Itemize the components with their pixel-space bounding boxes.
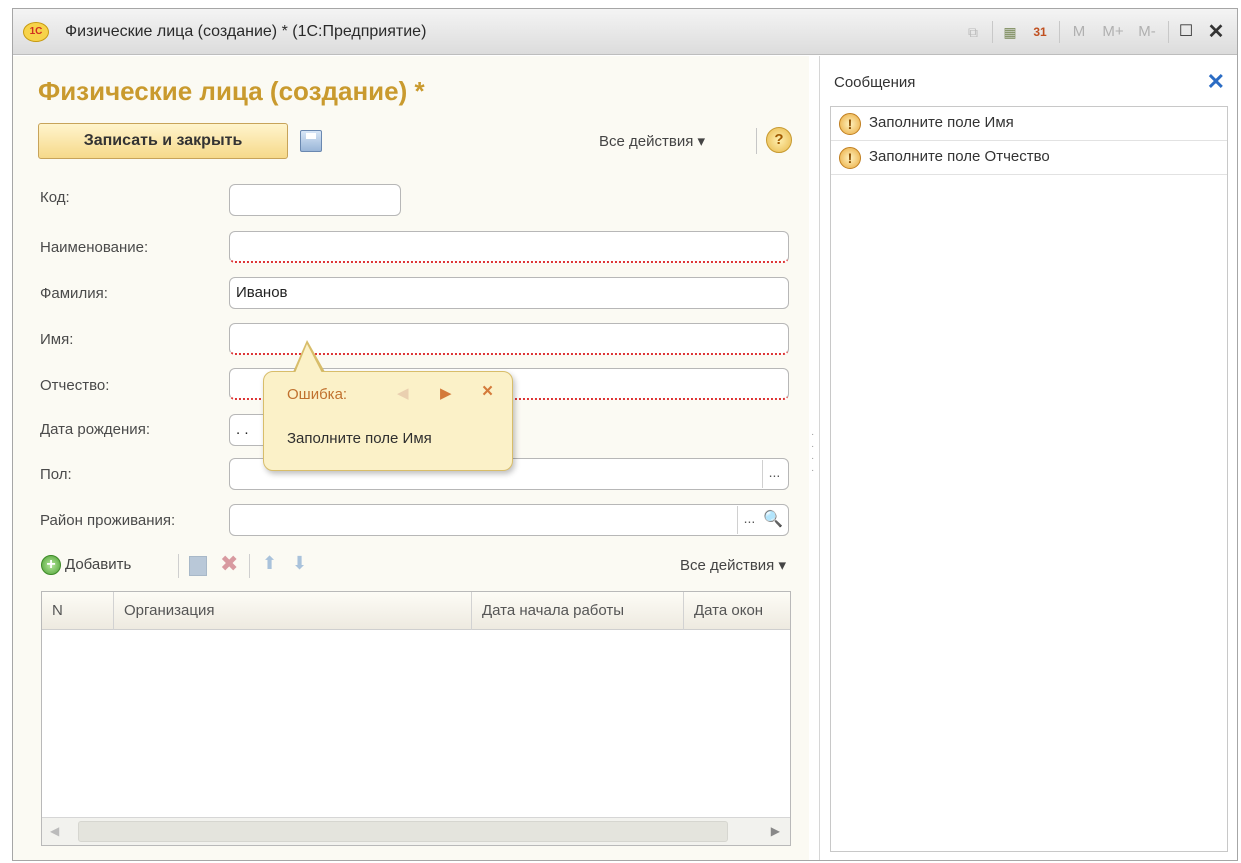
table-toolbar: + Добавить ✖ ⬆ ⬇ Все действия ▾	[41, 551, 786, 581]
app-window: 1С Физические лица (создание) * (1С:Пред…	[12, 8, 1238, 861]
toolbar-separator	[249, 554, 250, 578]
prev-arrow-icon[interactable]: ◀	[397, 384, 409, 402]
firstname-label: Имя:	[40, 331, 74, 348]
memory-plus-icon[interactable]: M+	[1098, 20, 1128, 44]
horizontal-scrollbar[interactable]: ◀ ▶	[42, 817, 790, 845]
messages-title: Сообщения	[834, 74, 916, 91]
move-down-icon[interactable]: ⬇	[292, 553, 307, 574]
save-and-close-button[interactable]: Записать и закрыть	[38, 123, 288, 159]
column-header-start-date[interactable]: Дата начала работы	[472, 592, 684, 630]
table-all-actions-button[interactable]: Все действия ▾	[680, 556, 786, 574]
district-choice-button[interactable]: ...	[737, 506, 761, 534]
add-icon[interactable]: +	[41, 555, 61, 575]
messages-panel: Сообщения ✕ ! Заполните поле Имя ! Запол…	[819, 56, 1237, 860]
title-bar-tools: ⧉ ▦ 31 M M+ M- ☐ ✕	[956, 19, 1229, 45]
gender-label: Пол:	[40, 466, 72, 483]
list-item[interactable]: ! Заполните поле Отчество	[831, 141, 1227, 175]
balloon-title: Ошибка:	[287, 386, 348, 403]
surname-field[interactable]: Иванов	[229, 277, 789, 309]
panel-splitter[interactable]: · · · ·	[811, 429, 817, 489]
list-item[interactable]: ! Заполните поле Имя	[831, 107, 1227, 141]
copy-icon[interactable]: ⧉	[960, 20, 986, 44]
employment-table[interactable]: N Организация Дата начала работы Дата ок…	[41, 591, 791, 846]
scroll-right-icon[interactable]: ▶	[771, 824, 780, 838]
warning-icon: !	[839, 147, 861, 169]
window-icon[interactable]: ☐	[1173, 20, 1199, 44]
all-actions-button[interactable]: Все действия ▾	[599, 132, 705, 150]
memory-m-icon[interactable]: M	[1064, 20, 1094, 44]
search-icon[interactable]: 🔍	[761, 506, 785, 534]
error-balloon: Ошибка: ◀ ▶ × Заполните поле Имя	[263, 371, 513, 471]
table-header: N Организация Дата начала работы Дата ок…	[42, 592, 790, 630]
district-label: Район проживания:	[40, 512, 176, 529]
surname-label: Фамилия:	[40, 285, 108, 302]
patronymic-label: Отчество:	[40, 377, 110, 394]
add-button[interactable]: Добавить	[65, 556, 131, 573]
messages-list: ! Заполните поле Имя ! Заполните поле От…	[830, 106, 1228, 852]
save-icon[interactable]	[300, 130, 322, 152]
message-text: Заполните поле Имя	[869, 114, 1014, 131]
district-field[interactable]	[229, 504, 789, 536]
balloon-message: Заполните поле Имя	[287, 430, 432, 447]
warning-icon: !	[839, 113, 861, 135]
column-header-n[interactable]: N	[42, 592, 114, 630]
toolbar-separator	[178, 554, 179, 578]
toolbar-separator	[1168, 21, 1169, 43]
balloon-tail-inner	[295, 344, 322, 373]
help-icon[interactable]: ?	[766, 127, 792, 153]
close-icon[interactable]: ✕	[1203, 20, 1229, 44]
window-title: Физические лица (создание) * (1С:Предпри…	[65, 23, 427, 40]
title-bar: 1С Физические лица (создание) * (1С:Пред…	[13, 9, 1237, 55]
form-panel: Физические лица (создание) * Записать и …	[13, 56, 809, 860]
close-icon[interactable]: ×	[482, 381, 493, 403]
column-header-organization[interactable]: Организация	[114, 592, 472, 630]
gender-choice-button[interactable]: ...	[762, 460, 786, 488]
move-up-icon[interactable]: ⬆	[262, 553, 277, 574]
calendar-icon[interactable]: 31	[1027, 20, 1053, 44]
toolbar-separator	[1059, 21, 1060, 43]
birthdate-label: Дата рождения:	[40, 421, 150, 438]
calculator-icon[interactable]: ▦	[997, 20, 1023, 44]
next-arrow-icon[interactable]: ▶	[440, 384, 452, 402]
code-label: Код:	[40, 189, 70, 206]
toolbar-separator	[756, 128, 757, 154]
toolbar-separator	[992, 21, 993, 43]
column-header-end-date[interactable]: Дата окон	[684, 592, 790, 630]
name-field[interactable]	[229, 231, 789, 263]
close-icon[interactable]: ✕	[1207, 69, 1225, 95]
memory-minus-icon[interactable]: M-	[1132, 20, 1162, 44]
copy-row-icon[interactable]	[189, 556, 207, 576]
page-title: Физические лица (создание) *	[38, 76, 425, 106]
delete-icon[interactable]: ✖	[220, 551, 238, 577]
code-field[interactable]	[229, 184, 401, 216]
name-label: Наименование:	[40, 239, 149, 256]
scroll-left-icon[interactable]: ◀	[50, 824, 59, 838]
scrollbar-thumb[interactable]	[78, 821, 728, 842]
app-logo-icon: 1С	[23, 22, 49, 42]
message-text: Заполните поле Отчество	[869, 148, 1050, 165]
